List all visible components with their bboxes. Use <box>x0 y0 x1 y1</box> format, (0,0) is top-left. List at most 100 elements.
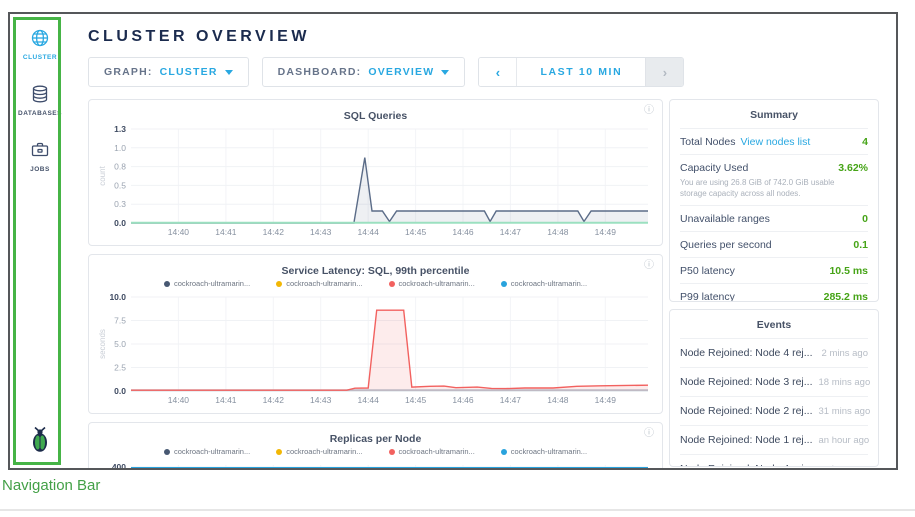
legend-label: cockroach-ultramarin... <box>174 447 250 456</box>
briefcase-icon <box>29 139 51 161</box>
service-latency-chart: Service Latency: SQL, 99th percentileⓘco… <box>88 254 663 414</box>
time-window-label[interactable]: LAST 10 MIN <box>517 58 645 86</box>
summary-row-label: Total Nodes <box>680 136 735 148</box>
svg-text:14:43: 14:43 <box>310 227 332 237</box>
graph-dropdown-label: GRAPH: <box>104 66 153 78</box>
sidebar-item-label: CLUSTER <box>23 54 57 61</box>
event-message: Node Rejoined: Node 1 rej... <box>680 434 813 446</box>
summary-row-label: Capacity Used <box>680 162 748 174</box>
chart-header: Replicas per Node ⓘ <box>97 429 654 444</box>
sidebar-item-databases[interactable]: DATABASES <box>18 83 62 117</box>
event-row[interactable]: Node Rejoined: Node 2 rej...31 mins ago <box>680 397 868 426</box>
event-row[interactable]: Node Rejoined: Node 4 rej...2 mins ago <box>680 339 868 368</box>
svg-text:count: count <box>98 165 107 185</box>
summary-row-value: 3.62% <box>838 162 868 174</box>
event-row[interactable]: Node Rejoined: Node 1 rej...an hour ago <box>680 426 868 455</box>
events-panel: Events Node Rejoined: Node 4 rej...2 min… <box>669 309 879 467</box>
legend-item[interactable]: cockroach-ultramarin... <box>501 279 587 288</box>
info-icon[interactable]: ⓘ <box>644 429 654 439</box>
legend-label: cockroach-ultramarin... <box>174 279 250 288</box>
svg-text:14:40: 14:40 <box>168 395 190 405</box>
main-content: CLUSTER OVERVIEW GRAPH: CLUSTER DASHBOAR… <box>78 14 896 468</box>
globe-icon <box>29 27 51 49</box>
legend-dot-icon <box>501 281 507 287</box>
database-icon <box>29 83 51 105</box>
event-row[interactable]: Node Rejoined: Node 4 rej...an hour ago <box>680 455 868 467</box>
svg-text:1.3: 1.3 <box>114 124 126 134</box>
legend-item[interactable]: cockroach-ultramarin... <box>276 447 362 456</box>
sql-queries-chart: SQL Queriesⓘ0.00.30.50.81.01.314:4014:41… <box>88 99 663 246</box>
chart-title: Replicas per Node <box>330 433 422 445</box>
dashboard-dropdown-value: OVERVIEW <box>368 66 434 78</box>
svg-text:14:49: 14:49 <box>595 227 617 237</box>
info-icon[interactable]: ⓘ <box>644 261 654 271</box>
annotation-label: Navigation Bar <box>2 477 100 494</box>
legend-dot-icon <box>164 281 170 287</box>
svg-text:400: 400 <box>112 462 126 470</box>
event-message: Node Rejoined: Node 3 rej... <box>680 376 813 388</box>
cockroachdb-logo-icon[interactable] <box>27 424 53 459</box>
event-message: Node Rejoined: Node 4 rej... <box>680 347 813 359</box>
svg-text:14:48: 14:48 <box>547 395 569 405</box>
sidebar-item-label: DATABASES <box>18 110 62 117</box>
legend-dot-icon <box>389 281 395 287</box>
sidebar-item-label: JOBS <box>30 166 50 173</box>
divider <box>0 509 915 511</box>
chart-legend: cockroach-ultramarin... cockroach-ultrama… <box>97 279 654 288</box>
svg-text:14:45: 14:45 <box>405 227 427 237</box>
dashboard-columns: SQL Queriesⓘ0.00.30.50.81.01.314:4014:41… <box>88 99 896 470</box>
event-time: an hour ago <box>813 435 870 446</box>
svg-text:0.5: 0.5 <box>114 180 126 190</box>
summary-row: Unavailable ranges 0 <box>680 206 868 232</box>
charts-column: SQL Queriesⓘ0.00.30.50.81.01.314:4014:41… <box>88 99 663 470</box>
chart-plot: 0.00.30.50.81.01.314:4014:4114:4214:4314… <box>97 121 654 239</box>
summary-row-value: 0.1 <box>853 239 868 251</box>
legend-dot-icon <box>276 449 282 455</box>
summary-row-value: 10.5 ms <box>829 265 868 277</box>
summary-row-label: Unavailable ranges <box>680 213 770 225</box>
legend-item[interactable]: cockroach-ultramarin... <box>389 279 475 288</box>
svg-text:seconds: seconds <box>98 329 107 359</box>
view-nodes-link[interactable]: View nodes list <box>740 136 810 148</box>
replicas-per-node-chart: Replicas per Node ⓘ cockroach-ultramarin..… <box>88 422 663 470</box>
summary-title: Summary <box>680 100 868 129</box>
svg-text:10.0: 10.0 <box>109 292 126 302</box>
legend-dot-icon <box>389 449 395 455</box>
svg-text:14:48: 14:48 <box>547 227 569 237</box>
summary-panel: Summary Total NodesView nodes list4Capac… <box>669 99 879 302</box>
chart-legend: cockroach-ultramarin... cockroach-ultrama… <box>97 447 654 456</box>
event-row[interactable]: Node Rejoined: Node 3 rej...18 mins ago <box>680 368 868 397</box>
legend-label: cockroach-ultramarin... <box>399 447 475 456</box>
sidebar-item-cluster[interactable]: CLUSTER <box>23 27 57 61</box>
time-next-button[interactable]: › <box>645 58 683 86</box>
summary-row: Capacity Used 3.62% You are using 26.8 GiB… <box>680 155 868 206</box>
legend-dot-icon <box>164 449 170 455</box>
legend-item[interactable]: cockroach-ultramarin... <box>501 447 587 456</box>
summary-row-subtext: You are using 26.8 GiB of 742.0 GiB usab… <box>680 177 868 199</box>
navigation-bar: CLUSTER DATABASES JOBS <box>10 14 79 468</box>
summary-row: P99 latency285.2 ms <box>680 284 868 302</box>
legend-label: cockroach-ultramarin... <box>286 447 362 456</box>
summary-row: Total NodesView nodes list4 <box>680 129 868 155</box>
summary-row-value: 0 <box>862 213 868 225</box>
legend-item[interactable]: cockroach-ultramarin... <box>276 279 362 288</box>
legend-item[interactable]: cockroach-ultramarin... <box>389 447 475 456</box>
legend-dot-icon <box>501 449 507 455</box>
legend-item[interactable]: cockroach-ultramarin... <box>164 279 250 288</box>
svg-text:14:47: 14:47 <box>500 227 522 237</box>
svg-text:14:47: 14:47 <box>500 395 522 405</box>
info-icon[interactable]: ⓘ <box>644 106 654 116</box>
sidebar-items: CLUSTER DATABASES JOBS <box>10 14 70 195</box>
time-prev-button[interactable]: ‹ <box>479 58 517 86</box>
summary-row: Queries per second0.1 <box>680 232 868 258</box>
event-time: an hour ago <box>813 464 870 468</box>
legend-item[interactable]: cockroach-ultramarin... <box>164 447 250 456</box>
chart-plot: 40014:4014:4114:4214:4314:4414:4514:4614… <box>97 457 654 470</box>
dashboard-dropdown[interactable]: DASHBOARD: OVERVIEW <box>262 57 466 87</box>
svg-text:2.5: 2.5 <box>114 363 126 373</box>
sidebar-item-jobs[interactable]: JOBS <box>29 139 51 173</box>
event-message: Node Rejoined: Node 2 rej... <box>680 405 813 417</box>
legend-label: cockroach-ultramarin... <box>511 447 587 456</box>
graph-dropdown[interactable]: GRAPH: CLUSTER <box>88 57 249 87</box>
svg-text:14:40: 14:40 <box>168 227 190 237</box>
